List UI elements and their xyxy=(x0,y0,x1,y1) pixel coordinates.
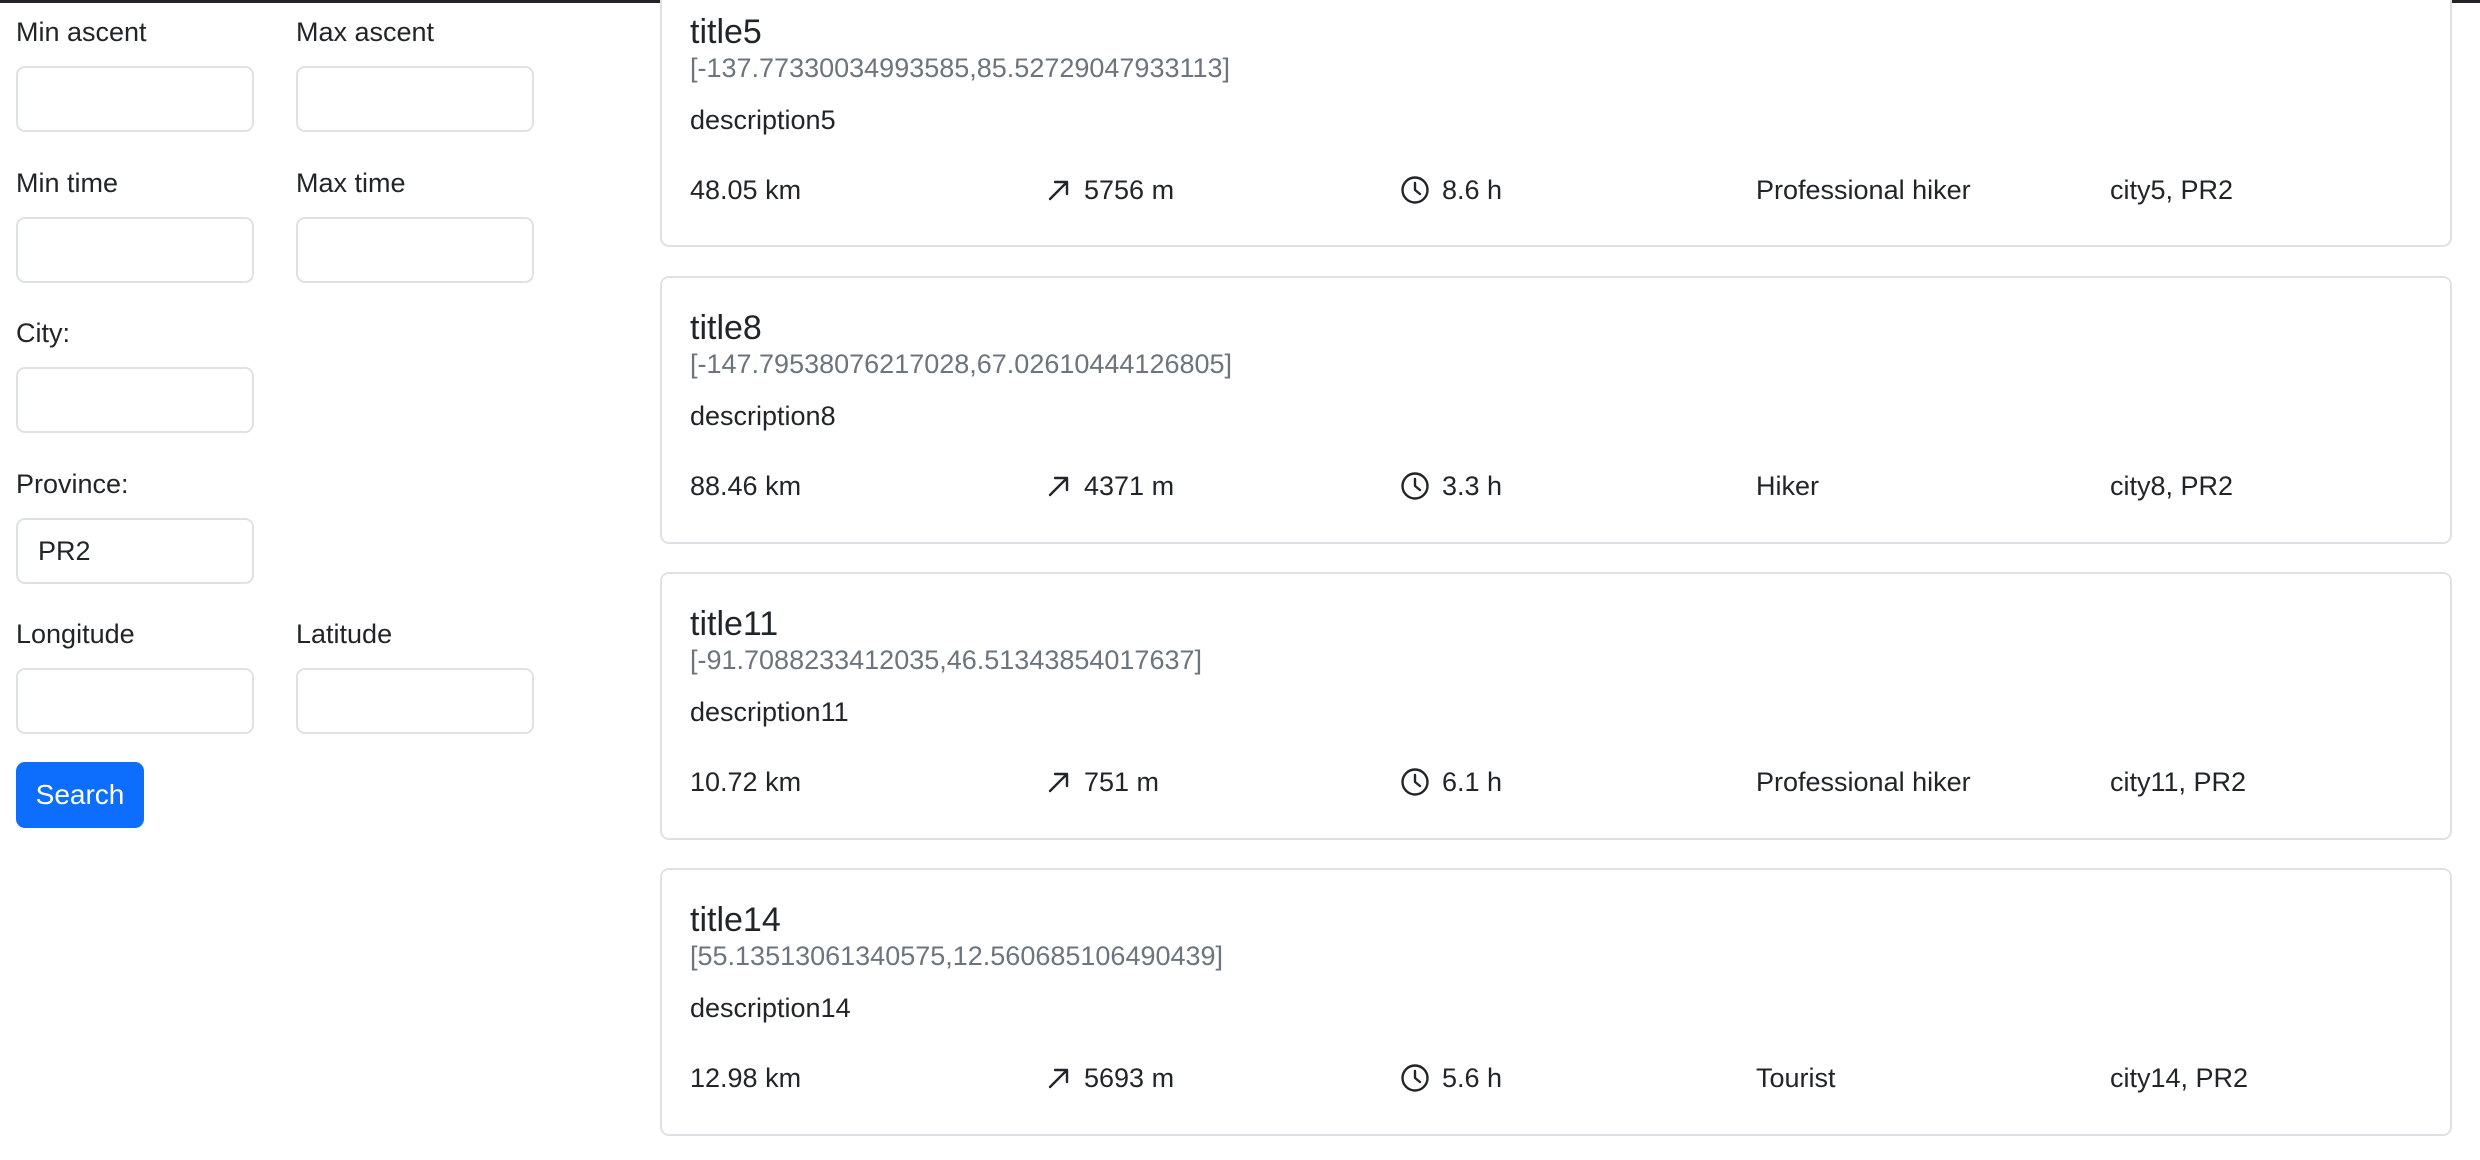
hike-ascent: 4371 m xyxy=(1046,470,1174,502)
hike-ascent: 5693 m xyxy=(1046,1062,1174,1094)
hike-length: 10.72 km xyxy=(690,766,801,798)
hike-coordinates: [55.13513061340575,12.560685106490439] xyxy=(690,941,1224,971)
hike-card[interactable]: title5 [-137.77330034993585,85.527290479… xyxy=(660,0,2452,247)
hike-description: description8 xyxy=(690,401,836,431)
hike-coordinates: [-137.77330034993585,85.52729047933113] xyxy=(690,53,1231,83)
hike-location: city8, PR2 xyxy=(2110,471,2234,501)
hike-title[interactable]: title5 xyxy=(690,12,762,52)
clock-icon xyxy=(1401,768,1429,796)
max-time-input[interactable] xyxy=(296,217,534,283)
search-button[interactable]: Search xyxy=(16,762,144,828)
max-ascent-label: Max ascent xyxy=(296,17,435,47)
hike-time: 5.6 h xyxy=(1400,1062,1502,1094)
hike-card[interactable]: title8 [-147.79538076217028,67.026104441… xyxy=(660,276,2452,544)
clock-icon xyxy=(1401,176,1429,204)
hike-length: 12.98 km xyxy=(690,1062,801,1094)
city-input[interactable] xyxy=(16,367,254,433)
clock-icon xyxy=(1401,472,1429,500)
clock-icon xyxy=(1401,1064,1429,1092)
max-ascent-input[interactable] xyxy=(296,66,534,132)
hike-difficulty: Professional hiker xyxy=(1756,175,1971,205)
city-label: City: xyxy=(16,318,70,348)
arrow-up-right-icon xyxy=(1048,476,1069,497)
hike-location: city5, PR2 xyxy=(2110,175,2234,205)
hike-location: city11, PR2 xyxy=(2110,767,2247,797)
hike-card[interactable]: title11 [-91.7088233412035,46.5134385401… xyxy=(660,572,2452,840)
hike-difficulty: Hiker xyxy=(1756,471,1820,501)
hike-description: description5 xyxy=(690,105,836,135)
hike-time-value: 3.3 h xyxy=(1442,471,1503,501)
arrow-up-right-icon xyxy=(1048,180,1069,201)
hike-length-value: 10.72 km xyxy=(690,767,802,797)
hike-time-value: 8.6 h xyxy=(1442,175,1503,205)
hike-location: city14, PR2 xyxy=(2110,1063,2249,1093)
hike-difficulty: Professional hiker xyxy=(1756,767,1971,797)
min-time-label: Min time xyxy=(16,168,119,198)
hike-ascent: 5756 m xyxy=(1046,174,1174,206)
latitude-input[interactable] xyxy=(296,668,534,734)
hike-time-value: 5.6 h xyxy=(1442,1063,1503,1093)
hike-length-value: 48.05 km xyxy=(690,175,802,205)
hike-ascent-value: 751 m xyxy=(1084,767,1160,797)
hike-coordinates: [-147.79538076217028,67.02610444126805] xyxy=(690,349,1233,379)
hike-difficulty: Tourist xyxy=(1756,1063,1836,1093)
hike-description: description14 xyxy=(690,993,851,1023)
min-ascent-input[interactable] xyxy=(16,66,254,132)
hike-time-value: 6.1 h xyxy=(1442,767,1503,797)
arrow-up-right-icon xyxy=(1048,1068,1069,1089)
hike-coordinates: [-91.7088233412035,46.51343854017637] xyxy=(690,645,1202,675)
hike-ascent: 751 m xyxy=(1046,766,1159,798)
province-input[interactable] xyxy=(16,518,254,584)
hike-title[interactable]: title11 xyxy=(690,604,778,644)
max-time-label: Max time xyxy=(296,168,406,198)
hike-length: 88.46 km xyxy=(690,470,801,502)
hike-time: 6.1 h xyxy=(1400,766,1502,798)
hike-ascent-value: 5693 m xyxy=(1084,1063,1175,1093)
min-time-input[interactable] xyxy=(16,217,254,283)
hike-description: description11 xyxy=(690,697,849,727)
hike-length: 48.05 km xyxy=(690,174,801,206)
hike-ascent-value: 4371 m xyxy=(1084,471,1175,501)
hike-length-value: 12.98 km xyxy=(690,1063,802,1093)
min-ascent-label: Min ascent xyxy=(16,17,147,47)
province-label: Province: xyxy=(16,469,129,499)
hike-title[interactable]: title14 xyxy=(690,900,781,940)
hike-time: 3.3 h xyxy=(1400,470,1502,502)
hike-ascent-value: 5756 m xyxy=(1084,175,1175,205)
hike-length-value: 88.46 km xyxy=(690,471,802,501)
hike-card[interactable]: title14 [55.13513061340575,12.5606851064… xyxy=(660,868,2452,1136)
longitude-label: Longitude xyxy=(16,619,135,649)
hike-title[interactable]: title8 xyxy=(690,308,762,348)
latitude-label: Latitude xyxy=(296,619,393,649)
hike-time: 8.6 h xyxy=(1400,174,1502,206)
arrow-up-right-icon xyxy=(1048,772,1069,793)
longitude-input[interactable] xyxy=(16,668,254,734)
